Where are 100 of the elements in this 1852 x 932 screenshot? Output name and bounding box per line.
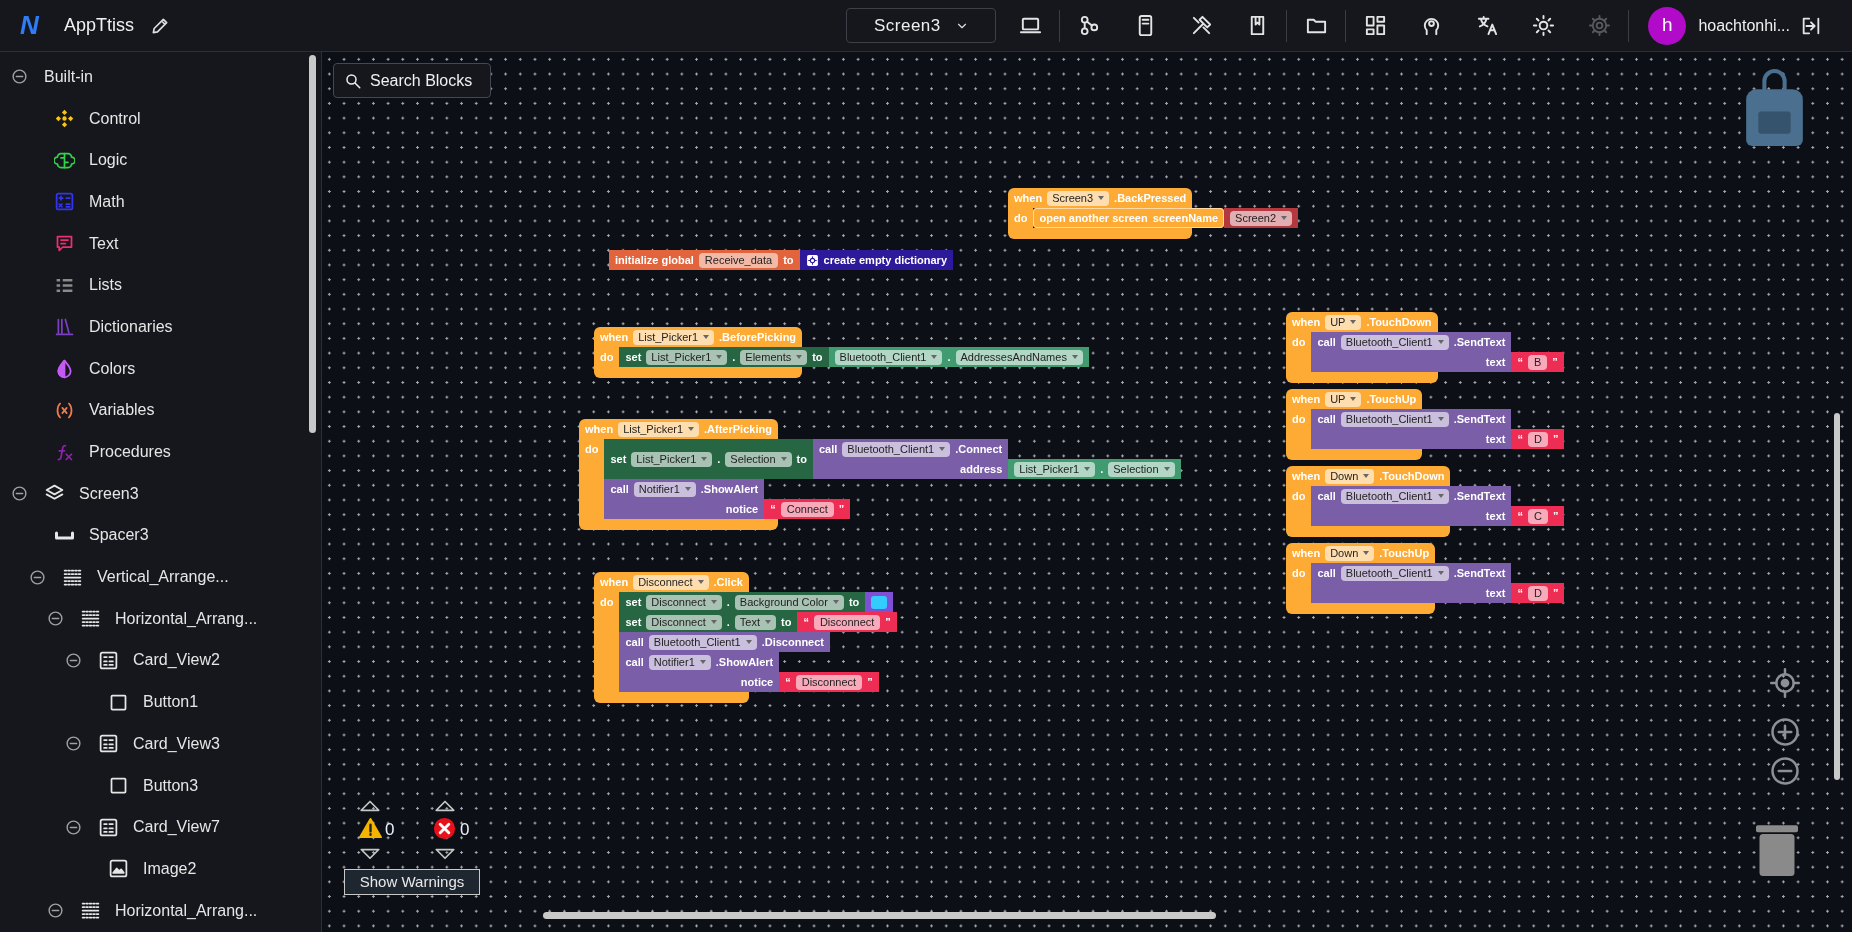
block-dropdown[interactable]: Elements: [740, 349, 808, 365]
dashboard-icon[interactable]: [1363, 14, 1387, 37]
block-dropdown[interactable]: List_Picker1: [631, 451, 713, 467]
variable-name-field[interactable]: Receive_data: [698, 252, 779, 268]
setter-block[interactable]: set List_Picker1 . Elements to Bluetooth_Client1 . AddressesAndNames: [619, 347, 1089, 367]
string-value-field[interactable]: Disconnect: [813, 614, 881, 630]
block-dropdown[interactable]: Bluetooth_Client1: [1340, 411, 1449, 427]
setter-block[interactable]: set List_Picker1 . Selection to call Bluetooth_Client1 .Connect address List_Picker1 . Selection: [604, 439, 1181, 479]
block-dropdown[interactable]: List_Picker1: [646, 349, 728, 365]
method-call-block[interactable]: call Notifier1 .ShowAlert notice “ Connect ”: [604, 479, 851, 519]
tree-item[interactable]: Vertical_Arrange...: [97, 565, 229, 590]
collapse-icon[interactable]: [65, 735, 82, 753]
down-arrow-icon[interactable]: [358, 846, 382, 860]
block-dropdown[interactable]: Background Color: [734, 594, 844, 610]
screen-name-block[interactable]: Screen2: [1224, 208, 1299, 228]
tree-item[interactable]: Screen3: [79, 481, 139, 506]
event-block[interactable]: when Down .TouchUp do call Bluetooth_Client1 .SendText text “ D ”: [1286, 543, 1565, 614]
block-dropdown[interactable]: Text: [734, 614, 777, 630]
tree-item[interactable]: Lists: [89, 273, 122, 298]
tree-item[interactable]: Horizontal_Arrang...: [115, 898, 258, 923]
tree-item[interactable]: Dictionaries: [89, 314, 173, 339]
collapse-icon[interactable]: [29, 568, 46, 586]
text-block[interactable]: “ B ”: [1511, 352, 1564, 372]
string-value-field[interactable]: B: [1527, 354, 1548, 370]
block-dropdown[interactable]: Notifier1: [633, 481, 696, 497]
string-value-field[interactable]: Connect: [780, 501, 834, 517]
block-dropdown[interactable]: Bluetooth_Client1: [648, 634, 757, 650]
block-dropdown[interactable]: Down: [1325, 545, 1375, 561]
text-block[interactable]: “ Connect ”: [764, 499, 851, 519]
block-dropdown[interactable]: Disconnect: [633, 574, 709, 590]
tree-item[interactable]: Card_View3: [133, 731, 220, 756]
tree-item[interactable]: Variables: [89, 398, 155, 423]
scrollbar[interactable]: [1834, 413, 1840, 780]
event-block[interactable]: when List_Picker1 .AfterPicking do set List_Picker1 . Selection to call Bluetooth_Client1 .Connect address List_Picker1 . Selection call Notifier1 .ShowAlert notice “ Connect ”: [579, 419, 1181, 530]
string-value-field[interactable]: D: [1527, 585, 1548, 601]
crosshair-icon[interactable]: [1770, 668, 1800, 698]
block-dropdown[interactable]: Bluetooth_Client1: [1340, 565, 1449, 581]
collapse-icon[interactable]: [11, 68, 28, 86]
tree-item[interactable]: Control: [89, 106, 141, 131]
tree-item[interactable]: Spacer3: [89, 523, 149, 548]
gear-icon[interactable]: [805, 253, 819, 267]
block-dropdown[interactable]: Selection: [725, 451, 792, 467]
block-dropdown[interactable]: UP: [1325, 391, 1362, 407]
zoom-in-icon[interactable]: [1770, 717, 1800, 747]
tree-item[interactable]: Horizontal_Arrang...: [115, 606, 258, 631]
tree-item[interactable]: Logic: [89, 148, 128, 173]
block-dropdown[interactable]: Selection: [1108, 461, 1175, 477]
event-block[interactable]: when UP .TouchUp do call Bluetooth_Client1 .SendText text “ D ”: [1286, 389, 1565, 460]
collapse-icon[interactable]: [47, 902, 64, 920]
method-call-block[interactable]: call Bluetooth_Client1 .SendText text “ D ”: [1311, 409, 1565, 449]
collapse-icon[interactable]: [11, 485, 28, 503]
string-value-field[interactable]: D: [1527, 431, 1548, 447]
method-call-block[interactable]: call Bluetooth_Client1 .Disconnect: [619, 632, 830, 652]
block-dropdown[interactable]: Disconnect: [646, 614, 722, 630]
block-dropdown[interactable]: Down: [1325, 468, 1375, 484]
collapse-icon[interactable]: [65, 818, 82, 836]
text-block[interactable]: “ C ”: [1511, 506, 1565, 526]
method-call-block[interactable]: call Bluetooth_Client1 .SendText text “ C ”: [1311, 486, 1565, 526]
show-warnings-button[interactable]: Show Warnings: [344, 869, 480, 895]
string-value-field[interactable]: Disconnect: [795, 674, 863, 690]
user-avatar[interactable]: h: [1648, 6, 1687, 45]
tree-item[interactable]: Math: [89, 189, 125, 214]
block-dropdown[interactable]: Notifier1: [648, 654, 711, 670]
string-value-field[interactable]: C: [1527, 508, 1548, 524]
method-call-block[interactable]: call Bluetooth_Client1 .Connect address List_Picker1 . Selection: [813, 439, 1181, 479]
text-block[interactable]: “ D ”: [1511, 583, 1565, 603]
up-arrow-icon[interactable]: [358, 798, 382, 812]
method-call-block[interactable]: call Notifier1 .ShowAlert notice “ Disconnect ”: [619, 652, 879, 692]
event-block[interactable]: when Down .TouchDown do call Bluetooth_Client1 .SendText text “ C ”: [1286, 466, 1565, 537]
method-call-block[interactable]: call Bluetooth_Client1 .SendText text “ B ”: [1311, 332, 1564, 372]
tree-item[interactable]: Procedures: [89, 440, 171, 465]
dictionary-block[interactable]: create empty dictionary: [799, 250, 953, 270]
event-block[interactable]: when Screen3 .BackPressed do open another screen screenName Screen2: [1008, 188, 1299, 239]
tree-item[interactable]: Button1: [143, 690, 199, 715]
block-dropdown[interactable]: List_Picker1: [633, 329, 715, 345]
collapse-icon[interactable]: [65, 651, 82, 669]
tree-item[interactable]: Card_View2: [133, 648, 220, 673]
scrollbar[interactable]: [543, 912, 1216, 919]
event-block[interactable]: when Disconnect .Click do set Disconnect . Background Color to set Disconnect . Text to “ Disconnect ” call Bluetooth_Client1 .Disconnect call Notifier1 .ShowAlert notice “ Disconnect ”: [594, 572, 897, 703]
collapse-icon[interactable]: [47, 610, 64, 628]
zoom-out-icon[interactable]: [1770, 756, 1800, 786]
block-dropdown[interactable]: Screen2: [1230, 210, 1293, 226]
block-dropdown[interactable]: Bluetooth_Client1: [834, 349, 943, 365]
color-swatch[interactable]: [871, 595, 888, 609]
text-block[interactable]: “ Disconnect ”: [779, 672, 879, 692]
block-dropdown[interactable]: AddressesAndNames: [955, 349, 1083, 365]
getter-block[interactable]: Bluetooth_Client1 . AddressesAndNames: [828, 347, 1089, 367]
tree-item[interactable]: Image2: [143, 856, 197, 881]
tree-item[interactable]: Text: [89, 231, 119, 256]
screen-dropdown[interactable]: Screen3: [846, 8, 997, 43]
tree-item[interactable]: Built-in: [44, 64, 93, 89]
text-block[interactable]: “ Disconnect ”: [797, 612, 897, 632]
block-dropdown[interactable]: Screen3: [1047, 190, 1110, 206]
block-dropdown[interactable]: Bluetooth_Client1: [1340, 488, 1449, 504]
up-arrow-icon[interactable]: [433, 798, 457, 812]
scrollbar[interactable]: [309, 55, 316, 433]
block-dropdown[interactable]: List_Picker1: [618, 421, 700, 437]
block-dropdown[interactable]: List_Picker1: [1014, 461, 1096, 477]
block-dropdown[interactable]: Bluetooth_Client1: [1340, 334, 1449, 350]
translate-icon[interactable]: [1475, 14, 1499, 37]
